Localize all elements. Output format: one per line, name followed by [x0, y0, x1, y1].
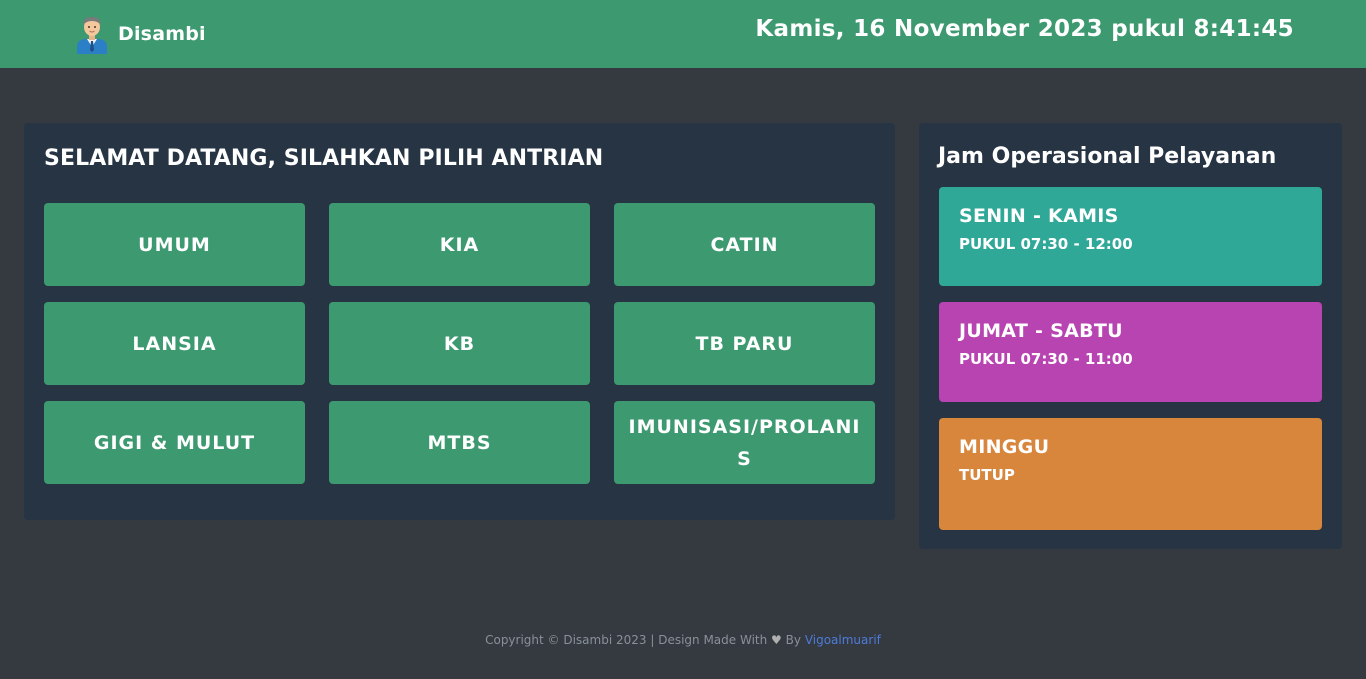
hours-item-senin-kamis: SENIN - KAMIS PUKUL 07:30 - 12:00: [939, 187, 1322, 286]
queue-button-gigi-mulut[interactable]: GIGI & MULUT: [44, 401, 305, 484]
businessman-avatar-icon: [77, 17, 107, 54]
footer-by: By: [785, 633, 801, 647]
hours-item-jumat-sabtu: JUMAT - SABTU PUKUL 07:30 - 11:00: [939, 302, 1322, 402]
hours-time-label: TUTUP: [959, 466, 1015, 484]
footer-copyright: Copyright © Disambi 2023 | Design Made W…: [485, 633, 768, 647]
queue-selection-card: SELAMAT DATANG, SILAHKAN PILIH ANTRIAN U…: [24, 123, 895, 520]
queue-button-tb-paru[interactable]: TB PARU: [614, 302, 875, 385]
hours-time-label: PUKUL 07:30 - 11:00: [959, 350, 1133, 368]
brand-name: Disambi: [118, 23, 206, 45]
queue-button-catin[interactable]: CATIN: [614, 203, 875, 286]
queue-button-umum[interactable]: UMUM: [44, 203, 305, 286]
queue-button-lansia[interactable]: LANSIA: [44, 302, 305, 385]
hours-days-label: MINGGU: [959, 436, 1050, 458]
footer: Copyright © Disambi 2023 | Design Made W…: [0, 633, 1366, 647]
heart-icon: ♥: [771, 633, 782, 647]
queue-button-kb[interactable]: KB: [329, 302, 590, 385]
current-datetime: Kamis, 16 November 2023 pukul 8:41:45: [755, 16, 1294, 42]
brand[interactable]: Disambi: [74, 14, 206, 54]
queue-button-grid: UMUM KIA CATIN LANSIA KB TB PARU GIGI & …: [44, 203, 875, 484]
operating-hours-card: Jam Operasional Pelayanan SENIN - KAMIS …: [919, 123, 1342, 549]
footer-author-link[interactable]: Vigoalmuarif: [805, 633, 881, 647]
hours-time-label: PUKUL 07:30 - 12:00: [959, 235, 1133, 253]
operating-hours-title: Jam Operasional Pelayanan: [938, 144, 1277, 169]
hours-days-label: JUMAT - SABTU: [959, 320, 1123, 342]
queue-button-kia[interactable]: KIA: [329, 203, 590, 286]
top-navbar: Disambi Kamis, 16 November 2023 pukul 8:…: [0, 0, 1366, 68]
hours-item-minggu: MINGGU TUTUP: [939, 418, 1322, 530]
queue-button-imunisasi-prolanis[interactable]: IMUNISASI/PROLANIS: [614, 401, 875, 484]
queue-card-title: SELAMAT DATANG, SILAHKAN PILIH ANTRIAN: [44, 146, 604, 171]
queue-button-mtbs[interactable]: MTBS: [329, 401, 590, 484]
hours-days-label: SENIN - KAMIS: [959, 205, 1119, 227]
